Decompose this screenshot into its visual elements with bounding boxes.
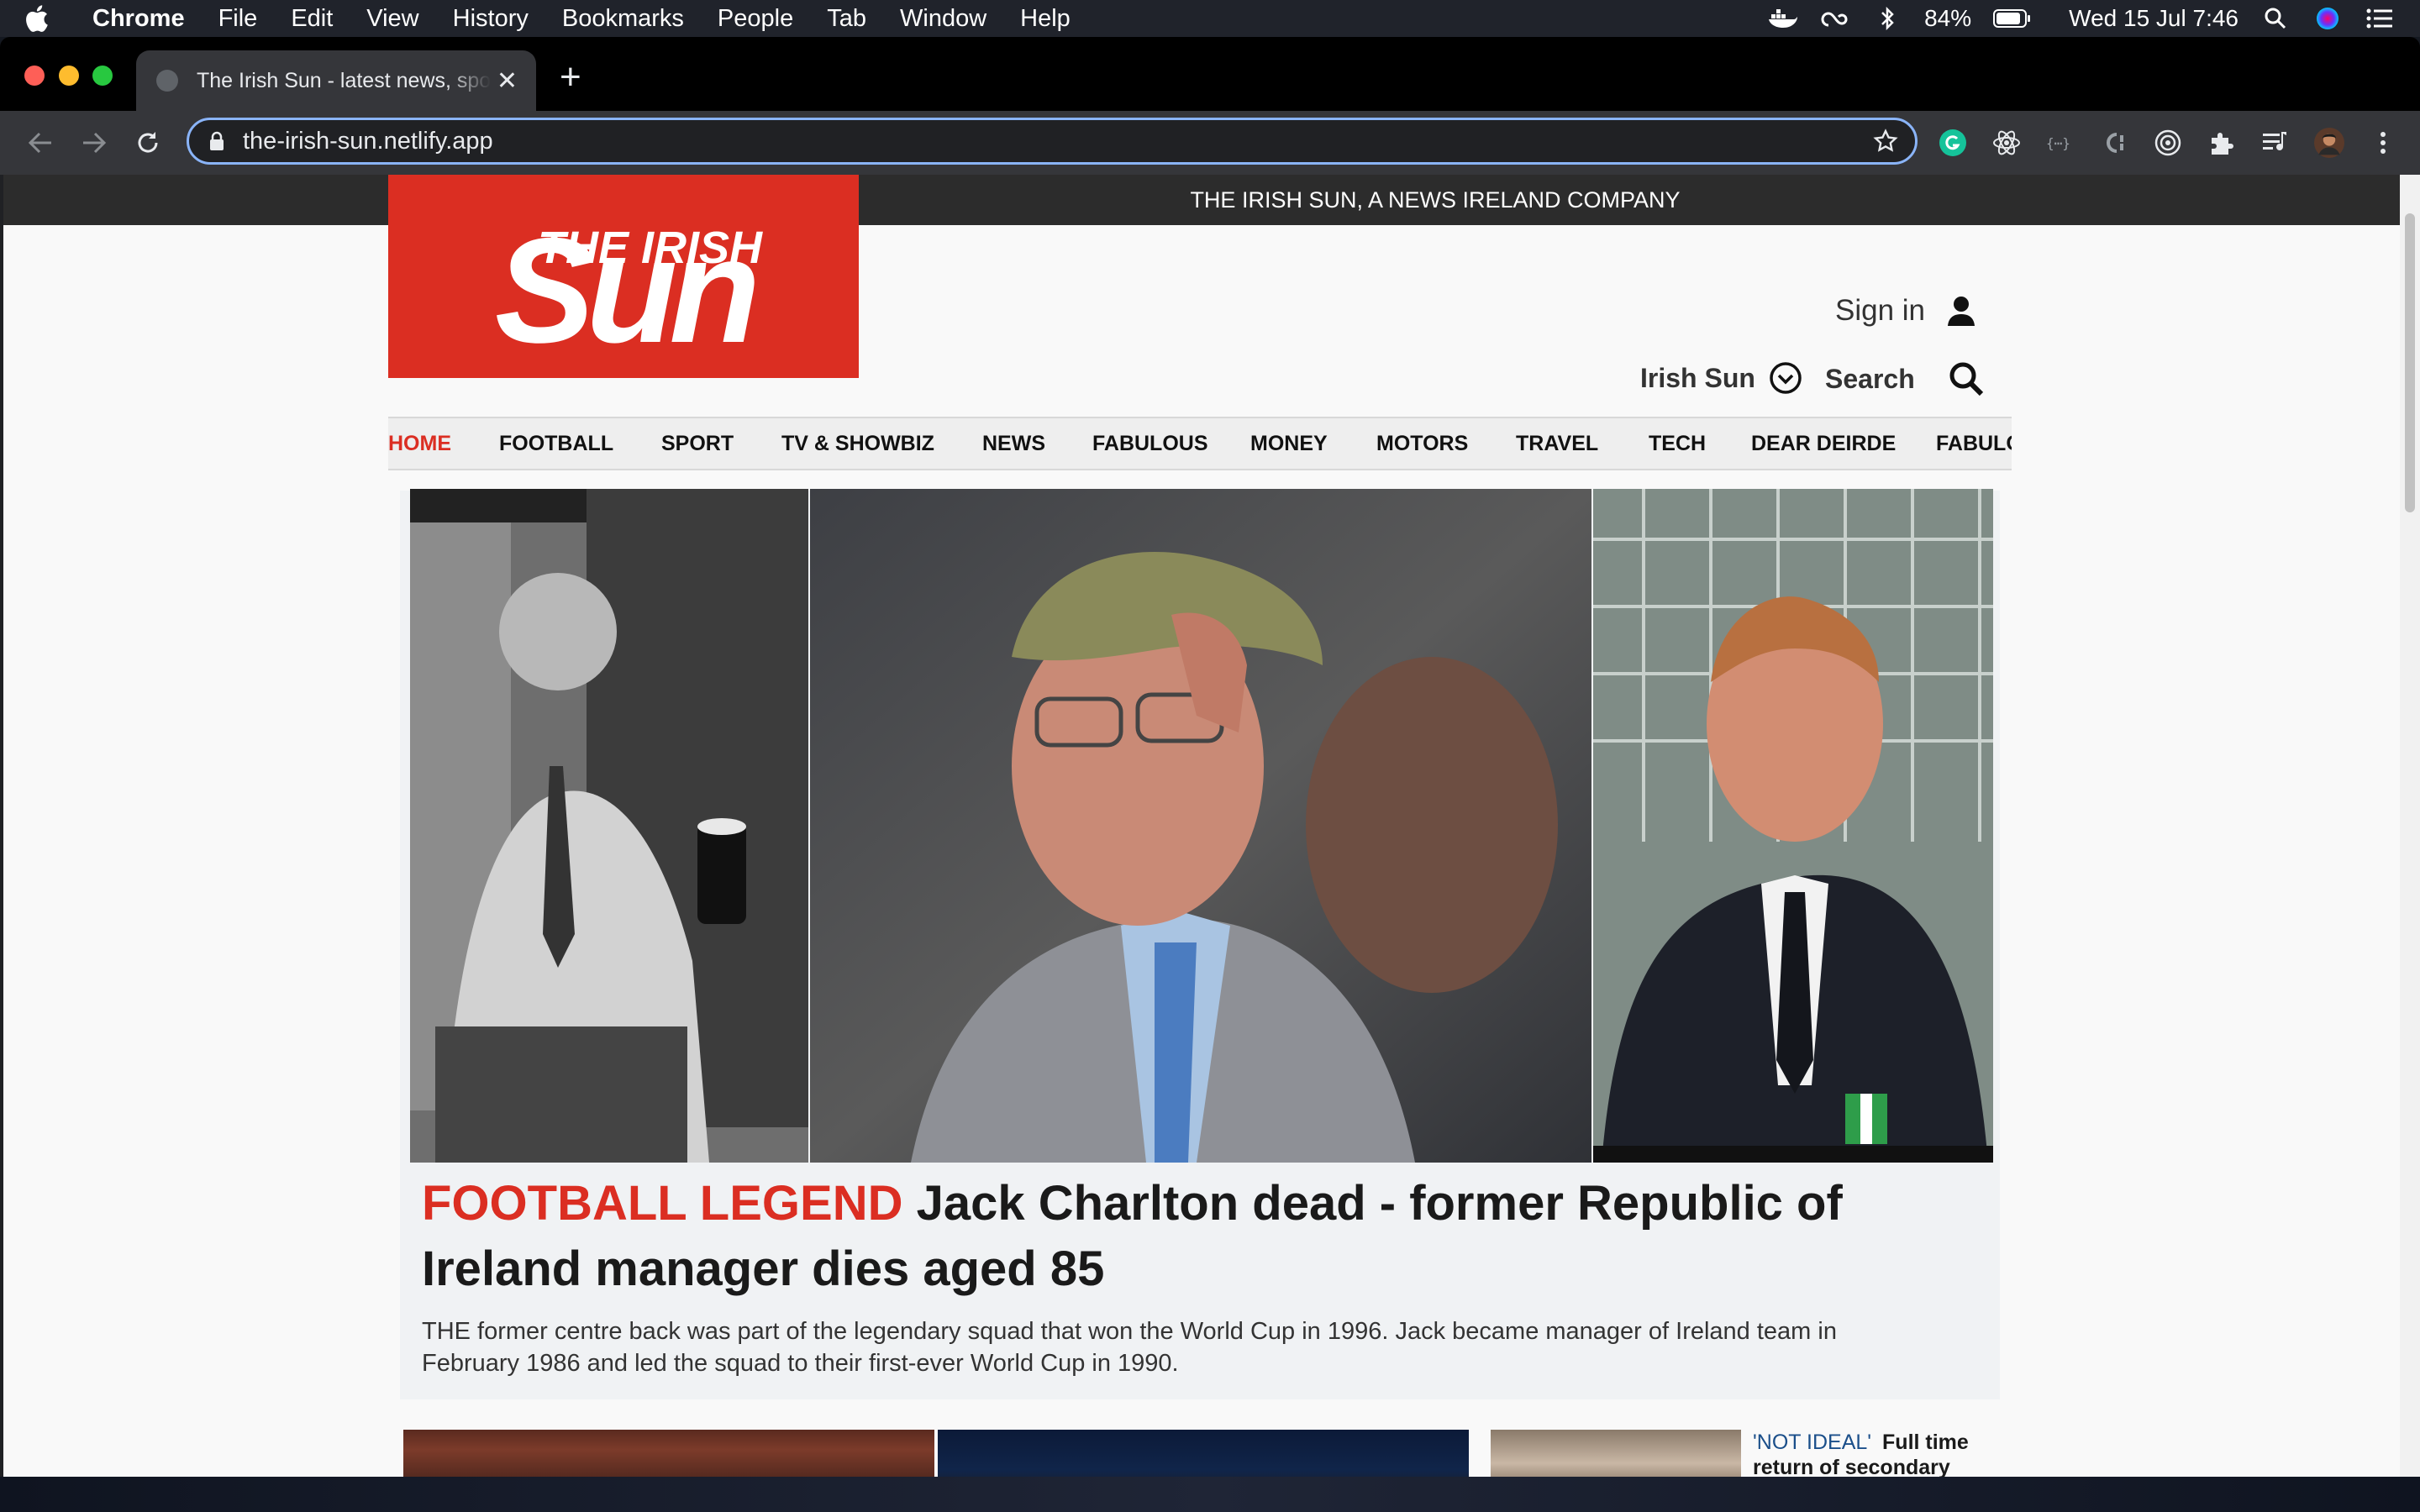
menu-history[interactable]: History bbox=[453, 5, 529, 33]
nav-home[interactable]: HOME bbox=[388, 418, 451, 469]
media-queue-icon[interactable] bbox=[2260, 128, 2291, 158]
macos-menu-bar: Chrome File Edit View History Bookmarks … bbox=[0, 0, 2420, 37]
lock-icon[interactable] bbox=[209, 131, 224, 151]
hero-image-black-and-white[interactable] bbox=[410, 489, 808, 1163]
nav-travel[interactable]: TRAVEL bbox=[1516, 418, 1598, 469]
hero-image-suit-portrait[interactable] bbox=[1593, 489, 1993, 1163]
nav-motors[interactable]: MOTORS bbox=[1376, 418, 1468, 469]
nav-fabulous[interactable]: FABULOUS bbox=[1092, 418, 1208, 469]
url-text[interactable]: the-irish-sun.netlify.app bbox=[243, 128, 493, 155]
creative-cloud-icon[interactable] bbox=[1820, 6, 1850, 31]
target-extension-icon[interactable] bbox=[2153, 128, 2183, 158]
css-extension-icon[interactable] bbox=[2099, 128, 2129, 158]
browser-tab-active[interactable]: The Irish Sun - latest news, sport ✕ bbox=[136, 50, 536, 111]
back-icon[interactable] bbox=[24, 126, 57, 160]
browser-toolbar: the-irish-sun.netlify.app {⋯} bbox=[0, 111, 2420, 175]
menu-file[interactable]: File bbox=[218, 5, 258, 33]
menu-people[interactable]: People bbox=[718, 5, 793, 33]
docker-icon[interactable] bbox=[1768, 6, 1798, 31]
bookmark-star-icon[interactable] bbox=[1873, 129, 1898, 160]
nav-fabulous-overflow[interactable]: FABULO bbox=[1936, 418, 2012, 469]
siri-icon[interactable] bbox=[2312, 6, 2343, 31]
tab-favicon-icon bbox=[156, 70, 178, 92]
profile-avatar[interactable] bbox=[2314, 128, 2344, 158]
user-icon bbox=[1947, 296, 1975, 326]
teaser-kicker: 'NOT IDEAL' bbox=[1753, 1431, 1872, 1454]
code-extension-icon[interactable]: {⋯} bbox=[2045, 128, 2075, 158]
menu-view[interactable]: View bbox=[366, 5, 418, 33]
hero-standfirst: THE former centre back was part of the l… bbox=[422, 1318, 1837, 1377]
edition-selector[interactable]: Irish Sun bbox=[1640, 361, 1802, 395]
chevron-down-icon bbox=[1769, 361, 1802, 395]
nav-tech[interactable]: TECH bbox=[1649, 418, 1706, 469]
hero-headline[interactable]: FOOTBALL LEGEND Jack Charlton dead - for… bbox=[422, 1171, 1976, 1302]
menu-clock[interactable]: Wed 15 Jul 7:46 bbox=[2069, 5, 2238, 32]
apple-icon[interactable] bbox=[24, 4, 71, 33]
page-viewport: THE IRISH SUN, A NEWS IRELAND COMPANY TH… bbox=[3, 175, 2400, 1477]
menu-tab[interactable]: Tab bbox=[827, 5, 866, 33]
hero-image-flat-cap-portrait[interactable] bbox=[810, 489, 1591, 1163]
svg-text:Sun: Sun bbox=[495, 207, 755, 360]
desktop-wallpaper-strip bbox=[0, 1477, 2420, 1512]
search-icon bbox=[1949, 361, 1984, 396]
logo-wordmark: THE IRISH Sun bbox=[495, 207, 763, 360]
new-tab-button[interactable]: + bbox=[560, 59, 581, 96]
scrollbar-thumb[interactable] bbox=[2405, 213, 2415, 512]
edition-label: Irish Sun bbox=[1640, 362, 1755, 393]
tab-title: The Irish Sun - latest news, sport bbox=[197, 68, 491, 92]
teaser-image-night[interactable] bbox=[938, 1430, 1469, 1477]
nav-tv-showbiz[interactable]: TV & SHOWBIZ bbox=[781, 418, 934, 469]
chrome-menu-icon[interactable] bbox=[2368, 128, 2398, 158]
hero-kicker: FOOTBALL LEGEND bbox=[422, 1176, 903, 1231]
menu-status-area: 84% Wed 15 Jul 7:46 bbox=[1768, 0, 2420, 37]
bluetooth-icon[interactable] bbox=[1872, 6, 1902, 31]
teaser-image-students[interactable] bbox=[1491, 1430, 1741, 1477]
menu-window[interactable]: Window bbox=[900, 5, 986, 33]
menu-help[interactable]: Help bbox=[1020, 5, 1071, 33]
extensions-puzzle-icon[interactable] bbox=[2207, 128, 2237, 158]
spotlight-search-icon[interactable] bbox=[2260, 6, 2291, 31]
section-nav: HOME FOOTBALL SPORT TV & SHOWBIZ NEWS FA… bbox=[388, 417, 2012, 470]
grammarly-extension-icon[interactable] bbox=[1938, 128, 1968, 158]
irish-sun-logo[interactable]: THE IRISH Sun bbox=[388, 175, 859, 378]
close-window-button[interactable] bbox=[24, 66, 45, 86]
sign-in-label: Sign in bbox=[1835, 294, 1926, 327]
nav-football[interactable]: FOOTBALL bbox=[499, 418, 613, 469]
minimize-window-button[interactable] bbox=[59, 66, 79, 86]
chrome-window: The Irish Sun - latest news, sport ✕ + t… bbox=[0, 37, 2420, 1477]
nav-dear-deirde[interactable]: DEAR DEIRDE bbox=[1751, 418, 1896, 469]
teaser-headline-students[interactable]: 'NOT IDEAL' Full time return of secondar… bbox=[1753, 1430, 1988, 1477]
address-bar[interactable]: the-irish-sun.netlify.app bbox=[187, 118, 1918, 165]
battery-icon[interactable] bbox=[1993, 6, 2032, 31]
fullscreen-window-button[interactable] bbox=[92, 66, 113, 86]
battery-percent: 84% bbox=[1924, 5, 1972, 31]
forward-icon[interactable] bbox=[77, 126, 111, 160]
tab-strip: The Irish Sun - latest news, sport ✕ + bbox=[0, 37, 2420, 111]
sign-in-link[interactable]: Sign in bbox=[1835, 294, 1975, 328]
company-tagline: THE IRISH SUN, A NEWS IRELAND COMPANY bbox=[1190, 187, 1681, 213]
nav-news[interactable]: NEWS bbox=[982, 418, 1045, 469]
nav-money[interactable]: MONEY bbox=[1250, 418, 1328, 469]
react-devtools-icon[interactable] bbox=[1991, 128, 2022, 158]
notification-center-icon[interactable] bbox=[2365, 6, 2395, 31]
nav-sport[interactable]: SPORT bbox=[661, 418, 734, 469]
menu-edit[interactable]: Edit bbox=[291, 5, 333, 33]
menu-app-name[interactable]: Chrome bbox=[92, 5, 185, 33]
search-link[interactable]: Search bbox=[1825, 361, 1984, 396]
teaser-image-car[interactable] bbox=[403, 1430, 934, 1477]
page-scrollbar[interactable] bbox=[2400, 175, 2420, 1477]
tab-close-icon[interactable]: ✕ bbox=[497, 66, 518, 96]
menu-bookmarks[interactable]: Bookmarks bbox=[562, 5, 684, 33]
search-label: Search bbox=[1825, 363, 1915, 394]
reload-icon[interactable] bbox=[131, 126, 165, 160]
svg-text:{⋯}: {⋯} bbox=[2046, 135, 2070, 151]
